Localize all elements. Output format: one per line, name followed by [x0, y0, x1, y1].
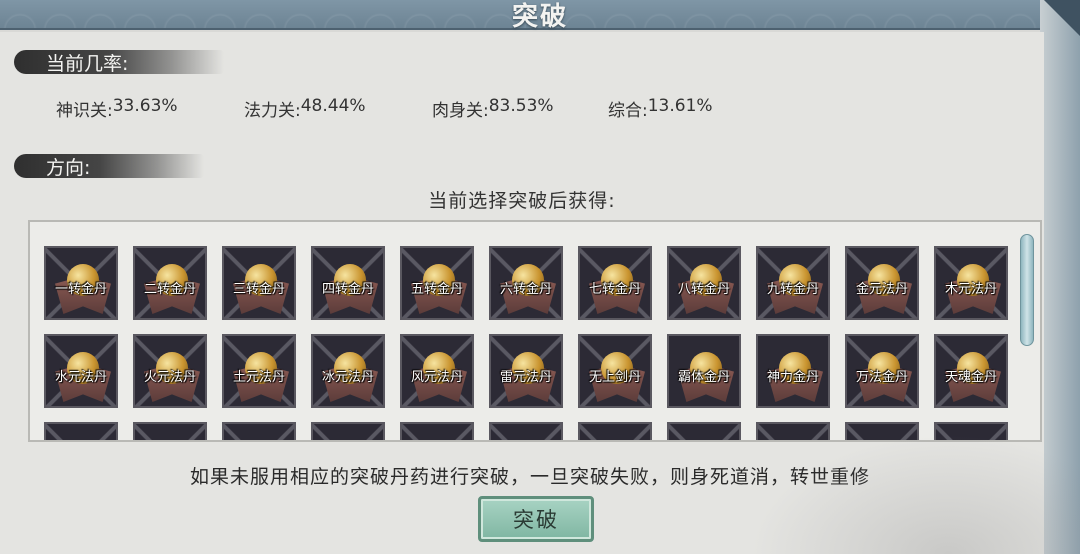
direction-section-label: 方向: [14, 152, 224, 180]
pill-name: 金元法丹 [855, 282, 908, 297]
pill-name: 火元法丹 [143, 370, 196, 385]
pill-item-partial[interactable] [222, 422, 296, 440]
rate-item-divine-sense: 神识关: 33.63% [56, 96, 178, 121]
pill-item-partial[interactable] [667, 422, 741, 440]
chain-icon [580, 424, 650, 440]
pill-item-partial[interactable] [44, 422, 118, 440]
pill-name: 风元法丹 [410, 370, 463, 385]
rate-item-overall: 综合: 13.61% [608, 96, 713, 121]
pill-item[interactable]: 神力金丹 [756, 334, 830, 408]
pill-item-partial[interactable] [489, 422, 563, 440]
pill-name: 四转金丹 [321, 282, 374, 297]
pill-name: 土元法丹 [232, 370, 285, 385]
reward-subtitle: 当前选择突破后获得: [428, 190, 616, 212]
pill-name: 八转金丹 [677, 282, 730, 297]
pill-name: 九转金丹 [766, 282, 819, 297]
pill-item[interactable]: 五转金丹 [400, 246, 474, 320]
pill-item[interactable]: 四转金丹 [311, 246, 385, 320]
pill-name: 雷元法丹 [499, 370, 552, 385]
rate-item-body: 肉身关: 83.53% [432, 96, 554, 121]
pill-item[interactable]: 三转金丹 [222, 246, 296, 320]
pill-item-partial[interactable] [400, 422, 474, 440]
rates-section-label: 当前几率: [14, 48, 224, 76]
pill-name: 霸体金丹 [677, 370, 730, 385]
pill-item[interactable]: 火元法丹 [133, 334, 207, 408]
pill-name: 三转金丹 [232, 282, 285, 297]
pill-item[interactable]: 六转金丹 [489, 246, 563, 320]
pill-item[interactable]: 二转金丹 [133, 246, 207, 320]
pill-name: 无上剑丹 [588, 370, 641, 385]
chain-icon [402, 424, 472, 440]
pill-item[interactable]: 万法金丹 [845, 334, 919, 408]
pill-item[interactable]: 金元法丹 [845, 246, 919, 320]
pill-name: 天魂金丹 [944, 370, 997, 385]
pill-item[interactable]: 雷元法丹 [489, 334, 563, 408]
pill-item[interactable]: 水元法丹 [44, 334, 118, 408]
pill-item-partial[interactable] [311, 422, 385, 440]
pill-grid-container: 一转金丹 二转金丹 三转金丹 四转金丹 五转金丹 六转金丹 七转金丹 八转金丹 九转金丹 金元法丹… [28, 220, 1042, 442]
pill-item[interactable]: 七转金丹 [578, 246, 652, 320]
pill-item-partial[interactable] [578, 422, 652, 440]
pill-item[interactable]: 八转金丹 [667, 246, 741, 320]
chain-icon [313, 424, 383, 440]
rates-row: 神识关: 33.63% 法力关: 48.44% 肉身关: 83.53% 综合: 13.6… [56, 96, 713, 121]
pill-item[interactable]: 一转金丹 [44, 246, 118, 320]
pill-item[interactable]: 木元法丹 [934, 246, 1008, 320]
pill-name: 七转金丹 [588, 282, 641, 297]
pill-name: 万法金丹 [855, 370, 908, 385]
pill-item[interactable]: 九转金丹 [756, 246, 830, 320]
breakthrough-button[interactable]: 突破 [478, 496, 594, 542]
pill-name: 水元法丹 [54, 370, 107, 385]
chain-icon [46, 424, 116, 440]
pill-item[interactable]: 天魂金丹 [934, 334, 1008, 408]
chain-icon [135, 424, 205, 440]
pill-name: 六转金丹 [499, 282, 552, 297]
pill-item[interactable]: 冰元法丹 [311, 334, 385, 408]
page-title: 突破 [511, 2, 568, 32]
pill-name: 五转金丹 [410, 282, 463, 297]
scrollbar-thumb[interactable] [1020, 234, 1034, 346]
pill-name: 神力金丹 [766, 370, 819, 385]
pill-grid: 一转金丹 二转金丹 三转金丹 四转金丹 五转金丹 六转金丹 七转金丹 八转金丹 九转金丹 金元法丹… [44, 246, 1008, 440]
chain-icon [491, 424, 561, 440]
pill-item[interactable]: 无上剑丹 [578, 334, 652, 408]
chain-icon [669, 424, 739, 440]
pill-item[interactable]: 土元法丹 [222, 334, 296, 408]
pill-item-partial[interactable] [133, 422, 207, 440]
mountain-decoration [750, 434, 1080, 554]
pill-name: 冰元法丹 [321, 370, 374, 385]
title-bar: 突破 [0, 0, 1080, 32]
pill-item[interactable]: 霸体金丹 [667, 334, 741, 408]
chain-icon [224, 424, 294, 440]
pill-name: 二转金丹 [143, 282, 196, 297]
pill-item[interactable]: 风元法丹 [400, 334, 474, 408]
rate-item-mana: 法力关: 48.44% [244, 96, 366, 121]
pill-name: 一转金丹 [54, 282, 107, 297]
pill-name: 木元法丹 [944, 282, 997, 297]
